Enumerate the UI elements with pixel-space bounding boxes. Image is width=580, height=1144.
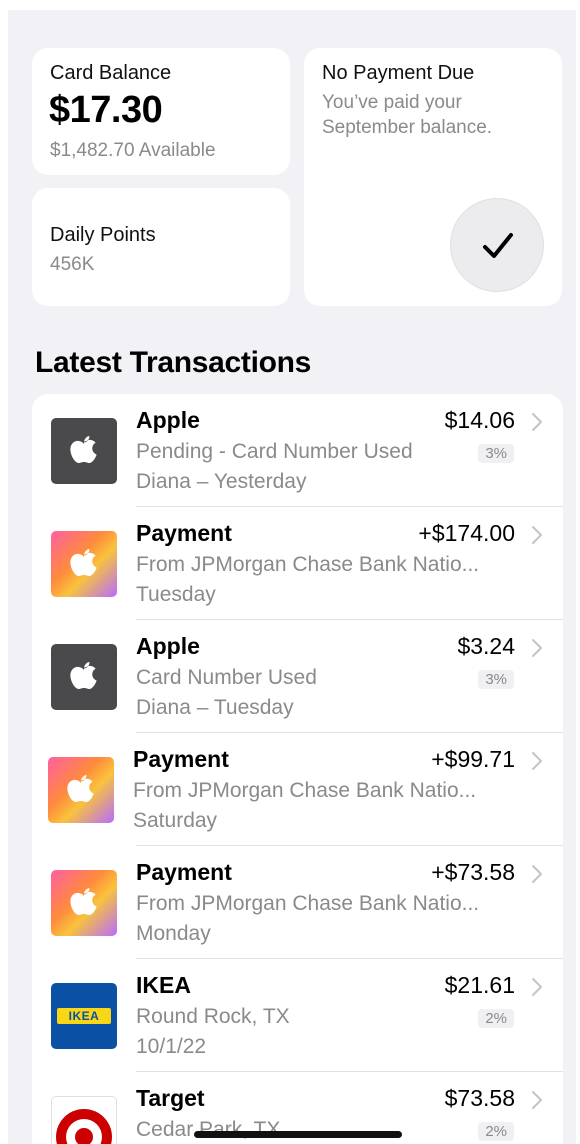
transaction-date: Monday bbox=[136, 922, 211, 945]
transaction-amount: +$174.00 bbox=[418, 520, 515, 546]
cashback-badge: 3% bbox=[478, 670, 514, 689]
apple-logo-icon bbox=[51, 418, 117, 484]
payment-status-tile[interactable]: No Payment Due You’ve paid your Septembe… bbox=[304, 48, 562, 306]
transaction-row[interactable]: Apple Pending - Card Number Used Diana –… bbox=[32, 394, 563, 507]
transaction-amount: $73.58 bbox=[444, 1085, 515, 1111]
transaction-date: Diana – Yesterday bbox=[136, 470, 307, 493]
transaction-row[interactable]: Payment From JPMorgan Chase Bank Natio..… bbox=[32, 846, 563, 959]
transaction-amount: +$99.71 bbox=[431, 746, 515, 772]
transaction-row[interactable]: Payment From JPMorgan Chase Bank Natio..… bbox=[32, 733, 563, 846]
card-balance-label: Card Balance bbox=[50, 62, 172, 84]
transaction-date: Tuesday bbox=[136, 583, 216, 606]
chevron-right-icon bbox=[532, 752, 542, 770]
cashback-badge: 3% bbox=[478, 444, 514, 463]
checkmark-badge bbox=[450, 198, 544, 292]
transaction-date: Saturday bbox=[133, 809, 218, 832]
transaction-detail: Round Rock, TX bbox=[136, 1005, 290, 1028]
card-balance-tile[interactable]: Card Balance $17.30 $1,482.70 Available bbox=[32, 48, 290, 175]
checkmark-icon bbox=[483, 233, 513, 258]
transaction-merchant: Payment bbox=[136, 520, 232, 546]
ikea-logo-icon: IKEA bbox=[51, 983, 117, 1049]
chevron-right-icon bbox=[532, 865, 542, 883]
transaction-detail: From JPMorgan Chase Bank Natio... bbox=[133, 779, 477, 802]
transaction-amount: $21.61 bbox=[444, 972, 515, 998]
transaction-detail: Card Number Used bbox=[136, 666, 317, 689]
daily-points-value: 456K bbox=[50, 254, 95, 275]
transaction-amount: $3.24 bbox=[457, 633, 515, 659]
chevron-right-icon bbox=[532, 1091, 542, 1109]
transaction-detail: From JPMorgan Chase Bank Natio... bbox=[136, 892, 480, 915]
latest-transactions-title: Latest Transactions bbox=[35, 346, 312, 379]
card-balance-amount: $17.30 bbox=[49, 89, 163, 131]
transaction-detail: Cedar Park, TX bbox=[136, 1118, 281, 1141]
home-indicator[interactable] bbox=[194, 1131, 402, 1138]
apple-logo-icon bbox=[51, 870, 117, 936]
daily-points-label: Daily Points bbox=[50, 224, 156, 246]
chevron-right-icon bbox=[532, 413, 542, 431]
transaction-row[interactable]: Apple Card Number Used Diana – Tuesday $… bbox=[32, 620, 563, 733]
transaction-merchant: Apple bbox=[136, 407, 200, 433]
transaction-date: 10/1/22 bbox=[136, 1035, 207, 1058]
apple-logo-icon bbox=[51, 531, 117, 597]
payment-status-description: You’ve paid your September balance. bbox=[322, 92, 493, 138]
apple-logo-icon bbox=[48, 757, 114, 823]
cashback-badge: 2% bbox=[478, 1122, 514, 1141]
wallet-screen: Card Balance $17.30 $1,482.70 Available … bbox=[8, 10, 576, 1144]
transactions-list: Apple Pending - Card Number Used Diana –… bbox=[32, 394, 563, 1144]
cashback-badge: 2% bbox=[478, 1009, 514, 1028]
chevron-right-icon bbox=[532, 639, 542, 657]
chevron-right-icon bbox=[532, 978, 542, 996]
transaction-date: Diana – Tuesday bbox=[136, 696, 294, 719]
apple-logo-icon bbox=[51, 644, 117, 710]
transaction-row[interactable]: IKEA IKEA Round Rock, TX 10/1/22 $21.61 … bbox=[32, 959, 563, 1072]
available-credit: $1,482.70 Available bbox=[50, 140, 216, 161]
transaction-merchant: IKEA bbox=[136, 972, 191, 998]
transaction-merchant: Apple bbox=[136, 633, 200, 659]
transaction-detail: Pending - Card Number Used bbox=[136, 440, 413, 463]
transaction-merchant: Payment bbox=[133, 746, 229, 772]
transaction-merchant: Target bbox=[136, 1085, 205, 1111]
transaction-detail: From JPMorgan Chase Bank Natio... bbox=[136, 553, 480, 576]
chevron-right-icon bbox=[532, 526, 542, 544]
transaction-row[interactable]: Payment From JPMorgan Chase Bank Natio..… bbox=[32, 507, 563, 620]
transaction-amount: $14.06 bbox=[444, 407, 515, 433]
payment-status-title: No Payment Due bbox=[322, 62, 475, 84]
ikea-logo-text: IKEA bbox=[57, 1008, 111, 1024]
transaction-amount: +$73.58 bbox=[431, 859, 515, 885]
transaction-merchant: Payment bbox=[136, 859, 232, 885]
target-logo-icon bbox=[51, 1096, 117, 1144]
daily-points-tile[interactable]: Daily Points 456K bbox=[32, 188, 290, 306]
